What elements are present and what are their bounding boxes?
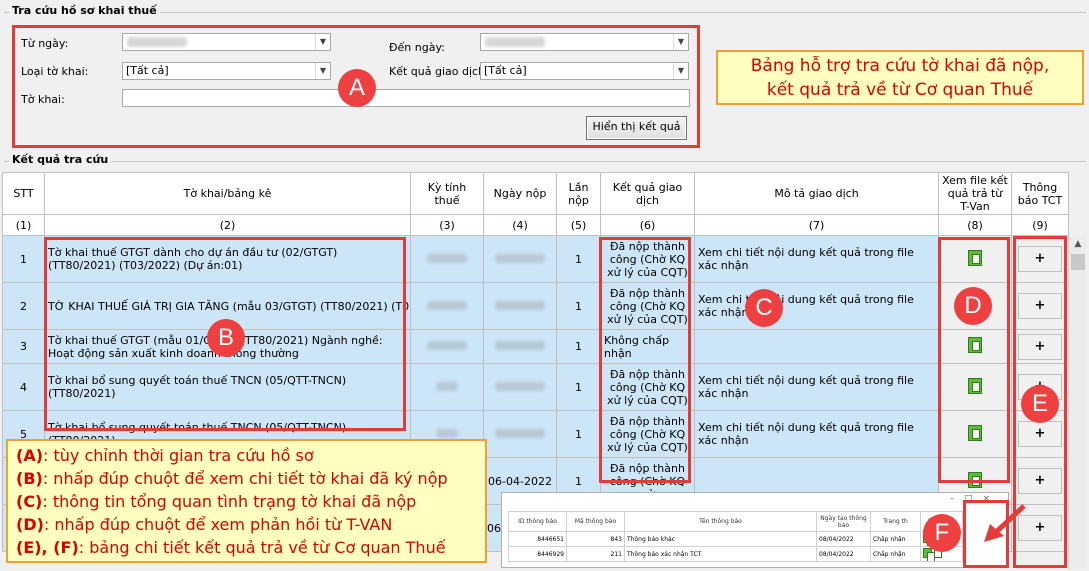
row-date — [483, 235, 557, 283]
note-top-line2: kết quả trả về từ Cơ quan Thuế — [766, 80, 1034, 100]
popup-header-row: ID thông báo Mã thông báo Tên thông báo … — [508, 511, 963, 532]
results-group-border — [4, 161, 1086, 162]
column-number: (2) — [44, 214, 411, 236]
popup-column-header: ID thông báo — [508, 511, 567, 532]
column-header[interactable]: Kết quả giao dịch — [600, 172, 695, 215]
row-times: 1 — [556, 329, 601, 364]
column-header[interactable]: Xem file kết quả trả từ T-Van — [938, 172, 1012, 215]
row-period — [410, 363, 484, 411]
note-text-b: : nhấp đúp chuột để xem chi tiết tờ khai… — [42, 469, 448, 488]
row-stt: 2 — [2, 282, 45, 330]
popup-table: ID thông báo Mã thông báo Tên thông báo … — [508, 511, 963, 562]
note-text-ef: : bảng chi tiết kết quả trả về từ Cơ qua… — [78, 538, 446, 557]
column-header[interactable]: Mô tả giao dịch — [694, 172, 939, 215]
note-text-a: : tùy chỉnh thời gian tra cứu hồ sơ — [43, 446, 314, 465]
table-header-row: STT Tờ khai/bảng kê Kỳ tính thuế Ngày nộ… — [2, 172, 1069, 215]
note-top-line1: Bảng hỗ trợ tra cứu tờ khai đã nộp, — [750, 56, 1050, 76]
row-times: 1 — [556, 410, 601, 458]
note-key-d: (D) — [16, 515, 44, 534]
row-date — [483, 329, 557, 364]
column-header[interactable]: Tờ khai/bảng kê — [44, 172, 411, 215]
popup-column-header: Ngày tạo thông báo — [816, 511, 871, 532]
row-times: 1 — [556, 363, 601, 411]
column-number: (6) — [600, 214, 695, 236]
column-header[interactable]: STT — [2, 172, 45, 215]
note-line-d: (D): nhấp đúp chuột để xem phản hồi từ T… — [16, 513, 477, 536]
row-date — [483, 363, 557, 411]
row-desc — [694, 329, 939, 364]
annotation-box-c — [599, 237, 691, 483]
popup-status: Chấp nhận — [870, 531, 921, 547]
row-desc: Xem chi tiết nội dung kết quả trong file… — [694, 235, 939, 283]
note-text-d: : nhấp đúp chuột để xem phản hồi từ T-VA… — [43, 515, 393, 534]
column-number: (8) — [938, 214, 1012, 236]
column-number: (7) — [694, 214, 939, 236]
row-times: 1 — [556, 235, 601, 283]
scroll-up-icon[interactable]: ▲ — [1069, 236, 1087, 252]
search-group-title: Tra cứu hồ sơ khai thuế — [9, 4, 160, 17]
popup-row[interactable]: 8446651 843 Thông báo khác 08/04/2022 Ch… — [508, 531, 963, 547]
marker-c: C — [745, 289, 783, 327]
row-date — [483, 410, 557, 458]
row-period — [410, 235, 484, 283]
results-group-title: Kết quả tra cứu — [9, 153, 112, 166]
row-stt: 3 — [2, 329, 45, 364]
note-top: Bảng hỗ trợ tra cứu tờ khai đã nộp, kết … — [716, 50, 1084, 105]
popup-column-header: Tên thông báo — [624, 511, 817, 532]
popup-id: 8446651 — [508, 531, 567, 547]
marker-f: F — [923, 514, 961, 552]
column-header[interactable]: Lần nộp — [556, 172, 601, 215]
popup-date: 08/04/2022 — [816, 531, 871, 547]
marker-b: B — [207, 319, 245, 357]
popup-date: 08/04/2022 — [816, 546, 871, 562]
note-line-b: (B): nhấp đúp chuột để xem chi tiết tờ k… — [16, 467, 477, 490]
popup-column-header: Trạng th — [870, 511, 921, 532]
row-desc: Xem chi tiết nội dung kết quả trong file… — [694, 410, 939, 458]
popup-name: Thông báo khác — [624, 531, 817, 547]
popup-code: 843 — [566, 531, 625, 547]
note-line-c: (C): thông tin tổng quan tình trạng tờ k… — [16, 490, 477, 513]
column-number-row: (1) (2) (3) (4) (5) (6) (7) (8) (9) — [2, 214, 1069, 236]
marker-a: A — [338, 69, 376, 107]
scroll-thumb[interactable] — [1071, 254, 1085, 270]
popup-column-header: Mã thông báo — [566, 511, 625, 532]
column-number: (4) — [483, 214, 557, 236]
annotation-box-d — [938, 237, 1010, 483]
note-key-c: (C) — [16, 492, 43, 511]
note-line-ef: (E), (F): bảng chi tiết kết quả trả về t… — [16, 536, 477, 559]
popup-code: 211 — [566, 546, 625, 562]
row-desc: Xem chi tiết nội dung kết quả trong file… — [694, 363, 939, 411]
note-text-c: : thông tin tổng quan tình trạng tờ khai… — [42, 492, 417, 511]
column-number: (5) — [556, 214, 601, 236]
row-stt: 4 — [2, 363, 45, 411]
file-icon[interactable] — [923, 548, 935, 561]
row-period — [410, 282, 484, 330]
column-number: (3) — [410, 214, 484, 236]
row-desc: Xem chi tiết nội dung kết quả trong file… — [694, 282, 939, 330]
note-key-a: (A) — [16, 446, 44, 465]
row-stt: 1 — [2, 235, 45, 283]
arrow-icon — [984, 504, 1026, 542]
column-header[interactable]: Ngày nộp — [483, 172, 557, 215]
column-number: (1) — [2, 214, 45, 236]
column-header[interactable]: Thông báo TCT — [1011, 172, 1069, 215]
popup-name: Thông báo xác nhận TCT — [624, 546, 817, 562]
note-key-b: (B) — [16, 469, 43, 488]
marker-e: E — [1021, 385, 1059, 423]
note-key-ef: (E), (F) — [16, 538, 79, 557]
row-period — [410, 329, 484, 364]
note-line-a: (A): tùy chỉnh thời gian tra cứu hồ sơ — [16, 444, 477, 467]
popup-row[interactable]: 8446929 211 Thông báo xác nhận TCT 08/04… — [508, 546, 963, 562]
popup-id: 8446929 — [508, 546, 567, 562]
marker-d: D — [954, 287, 992, 325]
column-number: (9) — [1011, 214, 1069, 236]
row-date — [483, 282, 557, 330]
row-times: 1 — [556, 282, 601, 330]
column-header[interactable]: Kỳ tính thuế — [410, 172, 484, 215]
vertical-scrollbar[interactable]: ▲ — [1068, 236, 1086, 569]
search-group-border — [4, 12, 1086, 13]
popup-status: Chấp nhận — [870, 546, 921, 562]
note-bottom: (A): tùy chỉnh thời gian tra cứu hồ sơ (… — [6, 439, 487, 563]
